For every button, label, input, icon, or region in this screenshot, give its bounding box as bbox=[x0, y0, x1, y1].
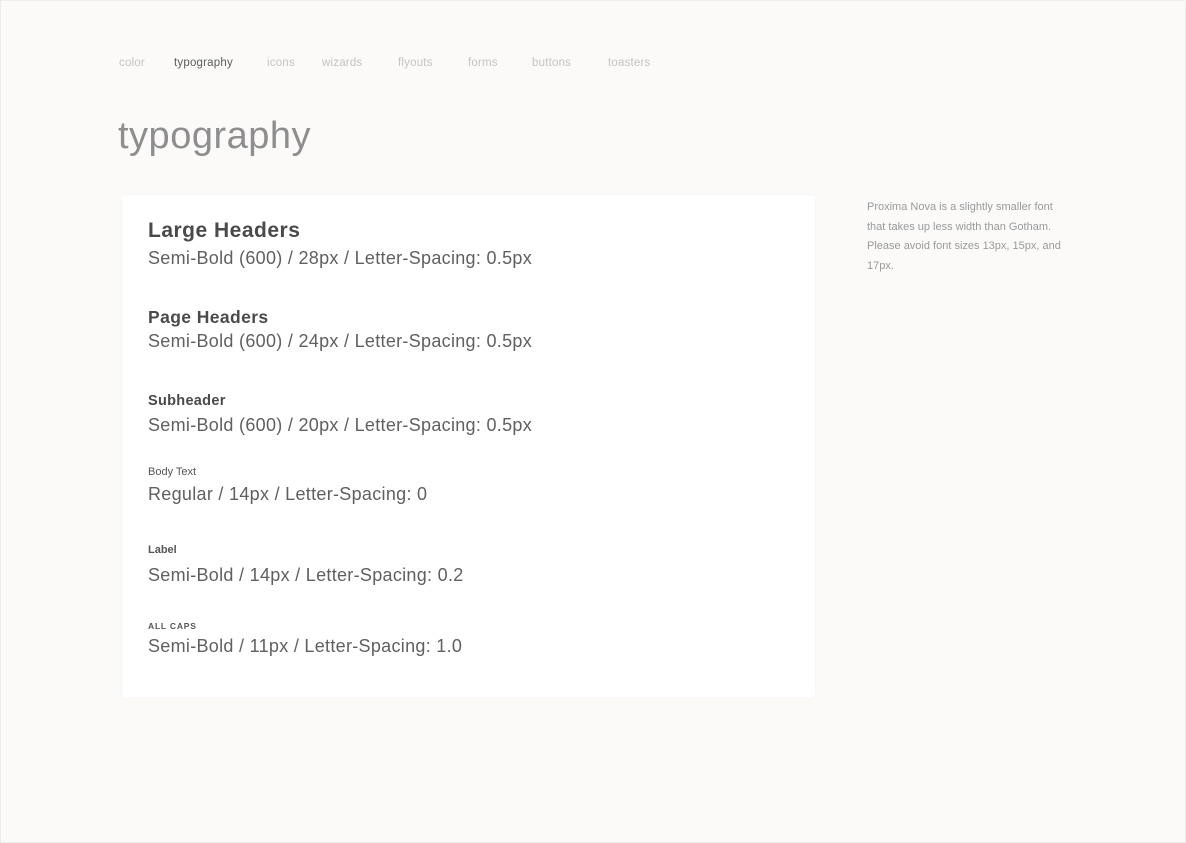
spec-description: Regular / 14px / Letter-Spacing: 0 bbox=[148, 484, 428, 504]
spec-name: Label bbox=[148, 544, 177, 556]
spec-large-headers: Large Headers Semi-Bold (600) / 28px / L… bbox=[148, 217, 532, 270]
page-title: typography bbox=[118, 115, 312, 157]
spec-name: Subheader bbox=[148, 393, 226, 409]
spec-description: Semi-Bold / 11px / Letter-Spacing: 1.0 bbox=[148, 636, 463, 656]
spec-name: Large Headers bbox=[148, 219, 301, 242]
nav-item-wizards[interactable]: wizards bbox=[322, 57, 362, 69]
spec-name: ALL CAPS bbox=[148, 621, 197, 631]
spec-label: Label Semi-Bold / 14px / Letter-Spacing:… bbox=[148, 543, 464, 587]
nav-item-icons[interactable]: icons bbox=[267, 57, 295, 69]
spec-description: Semi-Bold / 14px / Letter-Spacing: 0.2 bbox=[148, 565, 464, 585]
nav-item-flyouts[interactable]: flyouts bbox=[398, 57, 433, 69]
spec-name: Page Headers bbox=[148, 307, 269, 327]
font-note: Proxima Nova is a slightly smaller font … bbox=[867, 201, 1061, 273]
nav-item-forms[interactable]: forms bbox=[468, 57, 498, 69]
spec-name: Body Text bbox=[148, 466, 197, 478]
spec-description: Semi-Bold (600) / 28px / Letter-Spacing:… bbox=[148, 248, 532, 268]
spec-description: Semi-Bold (600) / 24px / Letter-Spacing:… bbox=[148, 331, 532, 351]
spec-subheader: Subheader Semi-Bold (600) / 20px / Lette… bbox=[148, 391, 532, 437]
spec-body-text: Body Text Regular / 14px / Letter-Spacin… bbox=[148, 465, 427, 506]
spec-page-headers: Page Headers Semi-Bold (600) / 24px / Le… bbox=[148, 305, 532, 353]
nav-item-buttons[interactable]: buttons bbox=[532, 57, 571, 69]
nav-item-toasters[interactable]: toasters bbox=[608, 57, 651, 69]
spec-description: Semi-Bold (600) / 20px / Letter-Spacing:… bbox=[148, 415, 532, 435]
typography-spec-card: Large Headers Semi-Bold (600) / 28px / L… bbox=[122, 195, 815, 698]
spec-all-caps: ALL CAPS Semi-Bold / 11px / Letter-Spaci… bbox=[148, 620, 462, 658]
nav-item-color[interactable]: color bbox=[119, 57, 145, 69]
nav-item-typography[interactable]: typography bbox=[174, 57, 233, 69]
